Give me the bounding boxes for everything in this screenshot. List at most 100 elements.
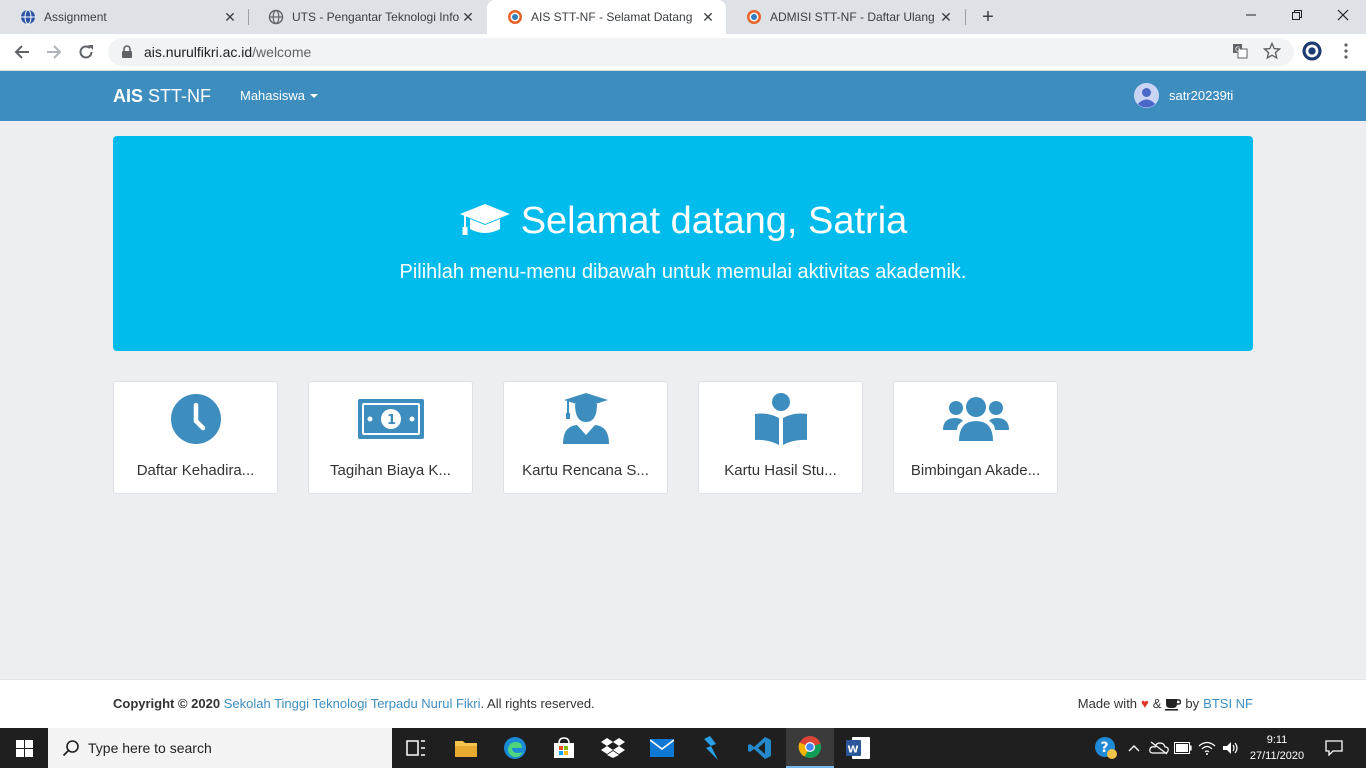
close-tab-icon[interactable]: ✕ (460, 9, 476, 25)
stt-nf-favicon-icon (746, 9, 762, 25)
reload-icon[interactable] (72, 38, 100, 66)
edge-browser-icon[interactable] (491, 728, 539, 768)
wifi-icon[interactable] (1196, 728, 1218, 768)
institution-link[interactable]: Sekolah Tinggi Teknologi Terpadu Nurul F… (224, 696, 481, 711)
welcome-subtitle: Pilihlah menu-menu dibawah untuk memulai… (399, 261, 967, 283)
new-tab-plus-icon[interactable]: + (976, 5, 1000, 29)
globe-favicon-icon (268, 9, 284, 25)
user-menu[interactable]: satr20239ti (1134, 83, 1233, 108)
browser-tab-ais[interactable]: AIS STT-NF - Selamat Datang ✕ (487, 0, 726, 34)
ampersand-text: & (1152, 696, 1162, 711)
tab-divider (965, 9, 966, 25)
app-bolt-icon[interactable] (687, 728, 735, 768)
notifications-icon[interactable] (1318, 728, 1350, 768)
search-placeholder: Type here to search (88, 740, 212, 756)
browser-tab-strip: Assignment ✕ UTS - Pengantar Teknologi I… (0, 0, 1366, 34)
svg-text:W: W (848, 745, 859, 756)
dropbox-icon[interactable] (589, 728, 637, 768)
back-arrow-icon[interactable] (8, 38, 36, 66)
search-icon (62, 739, 80, 757)
rights-text: . All rights reserved. (480, 696, 595, 711)
site-footer: Copyright © 2020 Sekolah Tinggi Teknolog… (0, 679, 1366, 728)
chrome-icon[interactable] (786, 728, 834, 768)
show-hidden-icons-chevron-icon[interactable] (1126, 728, 1142, 768)
users-icon (894, 392, 1057, 446)
close-tab-icon[interactable]: ✕ (222, 9, 238, 25)
close-window-icon[interactable] (1320, 0, 1366, 30)
welcome-title-text: Selamat datang, Satria (520, 200, 908, 242)
task-view-icon[interactable] (392, 728, 440, 768)
close-tab-icon[interactable]: ✕ (700, 9, 716, 25)
team-link[interactable]: BTSI NF (1203, 696, 1253, 711)
microsoft-store-icon[interactable] (540, 728, 588, 768)
site-brand[interactable]: AIS STT-NF (113, 86, 211, 107)
caret-down-icon (310, 93, 319, 98)
clock-icon (114, 392, 277, 446)
close-tab-icon[interactable]: ✕ (938, 9, 954, 25)
browser-tab-uts[interactable]: UTS - Pengantar Teknologi Inform ✕ (248, 0, 486, 34)
mail-icon[interactable] (638, 728, 686, 768)
word-icon[interactable]: W (834, 728, 882, 768)
tile-bimbingan-akademik[interactable]: Bimbingan Akade... (893, 381, 1058, 494)
volume-icon[interactable] (1220, 728, 1242, 768)
onedrive-off-icon[interactable] (1148, 728, 1170, 768)
graduate-user-icon (504, 392, 667, 446)
tab-title: AIS STT-NF - Selamat Datang (531, 10, 693, 24)
brand-rest: STT-NF (143, 86, 212, 106)
translate-icon[interactable]: G (1230, 41, 1250, 61)
url-text: ais.nurulfikri.ac.id/welcome (144, 44, 311, 60)
profile-avatar-icon[interactable] (1302, 41, 1322, 61)
graduation-cap-icon (459, 202, 511, 242)
brand-bold: AIS (113, 86, 144, 106)
browser-toolbar: ais.nurulfikri.ac.id/welcome G (0, 34, 1366, 71)
mahasiswa-dropdown[interactable]: Mahasiswa (240, 88, 319, 103)
site-navbar: AIS STT-NF Mahasiswa satr20239ti (0, 71, 1366, 121)
lock-icon (120, 45, 134, 59)
mahasiswa-label: Mahasiswa (240, 88, 306, 103)
tile-label: Daftar Kehadira... (136, 462, 255, 479)
help-badge-icon[interactable]: ? (1092, 728, 1120, 768)
taskbar-search-box[interactable]: Type here to search (48, 728, 392, 768)
windows-start-icon[interactable] (0, 728, 48, 768)
tile-label: Bimbingan Akade... (910, 462, 1041, 479)
tile-label: Kartu Rencana S... (522, 462, 649, 479)
battery-icon[interactable] (1172, 728, 1194, 768)
footer-copyright: Copyright © 2020 Sekolah Tinggi Teknolog… (113, 696, 595, 711)
reading-user-icon (699, 392, 862, 446)
heart-icon: ♥ (1141, 696, 1149, 711)
minimize-window-icon[interactable] (1228, 0, 1274, 30)
by-text: by (1185, 696, 1200, 711)
tile-label: Kartu Hasil Stu... (724, 462, 837, 479)
address-bar[interactable]: ais.nurulfikri.ac.id/welcome (108, 38, 1294, 66)
copyright-prefix: Copyright © 2020 (113, 696, 221, 711)
coffee-icon (1165, 697, 1182, 711)
url-path: /welcome (252, 44, 312, 60)
tile-label: Tagihan Biaya K... (330, 462, 451, 479)
forward-arrow-icon[interactable] (40, 38, 68, 66)
windows-taskbar: Type here to search W ? 9:11 27/11/2020 (0, 728, 1366, 768)
file-explorer-icon[interactable] (442, 728, 490, 768)
user-avatar-icon (1134, 83, 1159, 108)
browser-tab-admisi[interactable]: ADMISI STT-NF - Daftar Ulang ✕ (726, 0, 964, 34)
footer-credits: Made with ♥ & by BTSI NF (1078, 696, 1253, 711)
tile-daftar-kehadiran[interactable]: Daftar Kehadira... (113, 381, 278, 494)
tile-tagihan-biaya[interactable]: 1 Tagihan Biaya K... (308, 381, 473, 494)
stt-nf-favicon-icon (507, 9, 523, 25)
bookmark-star-icon[interactable] (1262, 41, 1282, 61)
svg-text:1: 1 (387, 413, 396, 428)
clock-date: 27/11/2020 (1249, 750, 1305, 762)
url-host: ais.nurulfikri.ac.id (144, 44, 253, 60)
kebab-menu-icon[interactable] (1336, 41, 1356, 61)
tab-title: ADMISI STT-NF - Daftar Ulang (770, 10, 935, 24)
tile-kartu-hasil-studi[interactable]: Kartu Hasil Stu... (698, 381, 863, 494)
welcome-title: Selamat datang, Satria (113, 200, 1253, 243)
money-bill-icon: 1 (309, 392, 472, 446)
taskbar-clock[interactable]: 9:11 27/11/2020 (1246, 732, 1308, 764)
made-with-text: Made with (1077, 696, 1138, 711)
vscode-icon[interactable] (736, 728, 784, 768)
restore-window-icon[interactable] (1274, 0, 1320, 30)
clock-time: 9:11 (1266, 734, 1288, 746)
tile-kartu-rencana-studi[interactable]: Kartu Rencana S... (503, 381, 668, 494)
welcome-banner: Selamat datang, Satria Pilihlah menu-men… (113, 136, 1253, 351)
browser-tab-assignment[interactable]: Assignment ✕ (0, 0, 248, 34)
